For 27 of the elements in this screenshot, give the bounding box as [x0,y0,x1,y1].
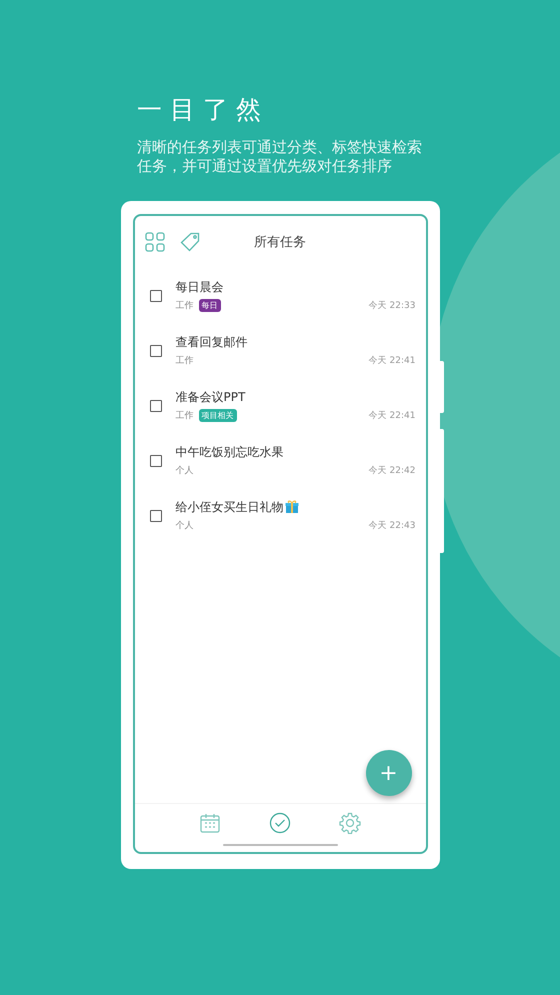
headline: 一目了然 [137,94,270,126]
category-label: 个人 [176,464,194,477]
task-time: 今天 22:41 [368,354,416,367]
tag-badge: 每日 [198,299,220,312]
checkbox[interactable] [150,290,162,302]
task-title: 每日晨会 [176,278,224,294]
task-title: 查看回复邮件 [176,334,248,350]
checkbox[interactable] [150,344,162,356]
task-time: 今天 22:33 [368,300,416,312]
add-button[interactable]: + [366,750,412,796]
description: 清晰的任务列表可通过分类、标签快速检索任务，并可通过设置优先级对任务排序 [137,138,423,176]
screen-title: 所有任务 [254,234,306,251]
checkbox[interactable] [150,454,162,466]
checkbox[interactable] [150,510,162,522]
task-time: 今天 22:42 [368,464,416,477]
task-title: 准备会议PPT [176,388,246,404]
tag-badge: 项目相关 [198,409,236,422]
task-title: 给小侄女买生日礼物 [176,498,284,514]
category-label: 工作 [176,300,194,312]
category-label: 工作 [176,355,194,367]
task-time: 今天 22:41 [368,410,416,422]
task-time: 今天 22:43 [368,520,416,532]
checkbox[interactable] [150,400,162,412]
task-title: 中午吃饭别忘吃水果 [176,444,284,460]
category-label: 工作 [176,410,194,422]
category-label: 个人 [176,520,194,532]
check-circle-icon[interactable] [268,812,291,834]
